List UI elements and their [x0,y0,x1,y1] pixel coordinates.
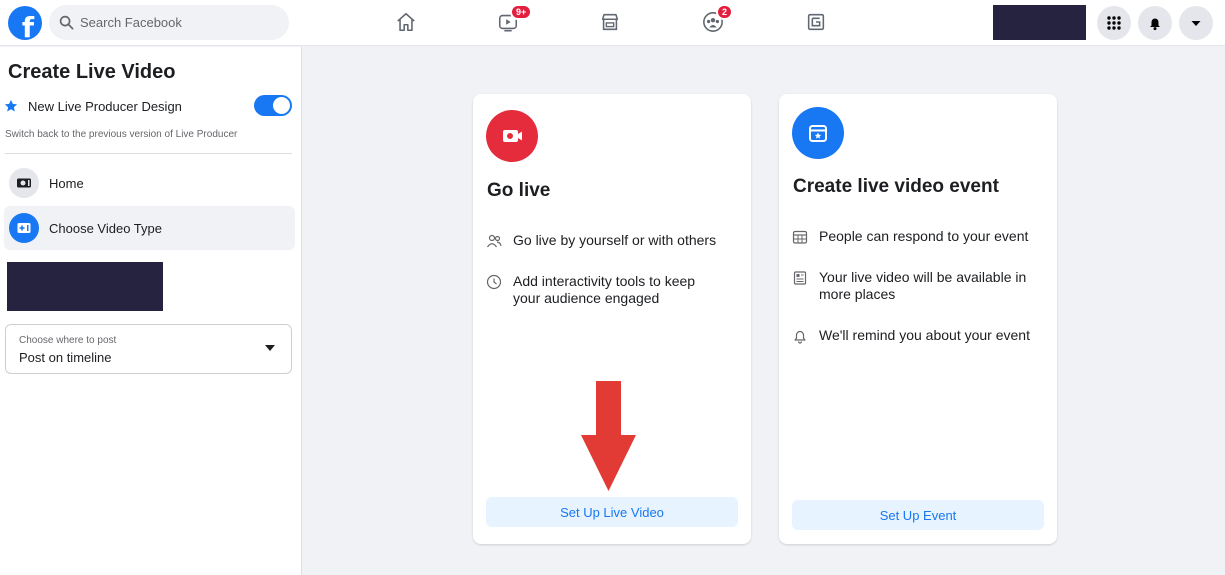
live-event-card: Create live video event People can respo… [779,94,1057,544]
caret-down-icon [265,345,275,351]
watch-notification-badge: 9+ [510,4,533,20]
set-up-live-video-button[interactable]: Set Up Live Video [486,497,738,527]
feature-text: We'll remind you about your event [819,327,1030,343]
marketplace-icon [601,13,619,31]
feature-text: People can respond to your event [819,228,1029,244]
go-live-title: Go live [487,180,551,201]
nav-marketplace[interactable] [597,9,623,35]
arrow-down-icon [581,381,636,491]
clock-icon [486,274,502,290]
new-design-row: New Live Producer Design [4,95,294,117]
account-button[interactable] [1179,6,1213,40]
feature-row: We'll remind you about your event [792,327,1047,344]
post-destination-select[interactable]: Choose where to post Post on timeline [5,324,292,374]
sidebar-item-label: Home [49,175,84,191]
feature-row: People can respond to your event [792,228,1047,245]
post-select-value: Post on timeline [19,350,112,365]
grid-menu-icon [1107,16,1121,30]
gaming-icon [807,13,825,31]
groups-notification-badge: 2 [716,4,734,20]
sidebar-item-choose-video-type[interactable]: Choose Video Type [4,206,295,250]
redacted-block [7,262,163,311]
search-input[interactable] [80,15,280,30]
post-select-label: Choose where to post [19,335,117,346]
facebook-logo-icon[interactable]: f [8,6,42,40]
nav-groups[interactable]: 2 [700,4,734,35]
feature-row: Your live video will be available in mor… [792,269,1047,303]
sidebar-item-label: Choose Video Type [49,220,162,236]
feature-text: Your live video will be available in mor… [819,269,1027,302]
sidebar: Create Live Video New Live Producer Desi… [0,47,302,575]
menu-button[interactable] [1097,6,1131,40]
new-design-label: New Live Producer Design [28,98,182,114]
live-event-title: Create live video event [793,176,999,197]
caret-down-icon [1191,21,1201,26]
redacted-profile-area [993,5,1086,40]
live-camera-icon [9,168,39,198]
notifications-button[interactable] [1138,6,1172,40]
feature-text: Add interactivity tools to keep your aud… [513,273,696,306]
people-icon [487,234,502,248]
divider [5,153,292,154]
nav-watch[interactable]: 9+ [495,4,533,35]
calendar-star-icon [792,107,844,159]
switch-back-text: Switch back to the previous version of L… [5,129,238,140]
nav-home[interactable] [393,9,419,35]
news-feed-icon [793,271,807,285]
top-navigation-bar: f 9+ 2 [0,0,1225,46]
set-up-event-button[interactable]: Set Up Event [792,500,1044,530]
add-video-icon [9,213,39,243]
search-box[interactable] [49,5,289,40]
new-design-toggle[interactable] [254,95,292,116]
home-icon [397,12,415,32]
feature-row: Go live by yourself or with others [486,232,741,249]
bell-icon [1150,18,1160,31]
feature-row: Add interactivity tools to keep your aud… [486,273,716,307]
page-title: Create Live Video [8,61,176,83]
search-icon [59,15,74,30]
live-video-icon [486,110,538,162]
sidebar-item-home[interactable]: Home [4,161,295,205]
toggle-knob [273,97,290,114]
calendar-grid-icon [792,230,808,244]
feature-text: Go live by yourself or with others [513,232,717,248]
bell-icon [794,330,806,344]
nav-gaming[interactable] [803,9,829,35]
star-icon [4,99,18,112]
